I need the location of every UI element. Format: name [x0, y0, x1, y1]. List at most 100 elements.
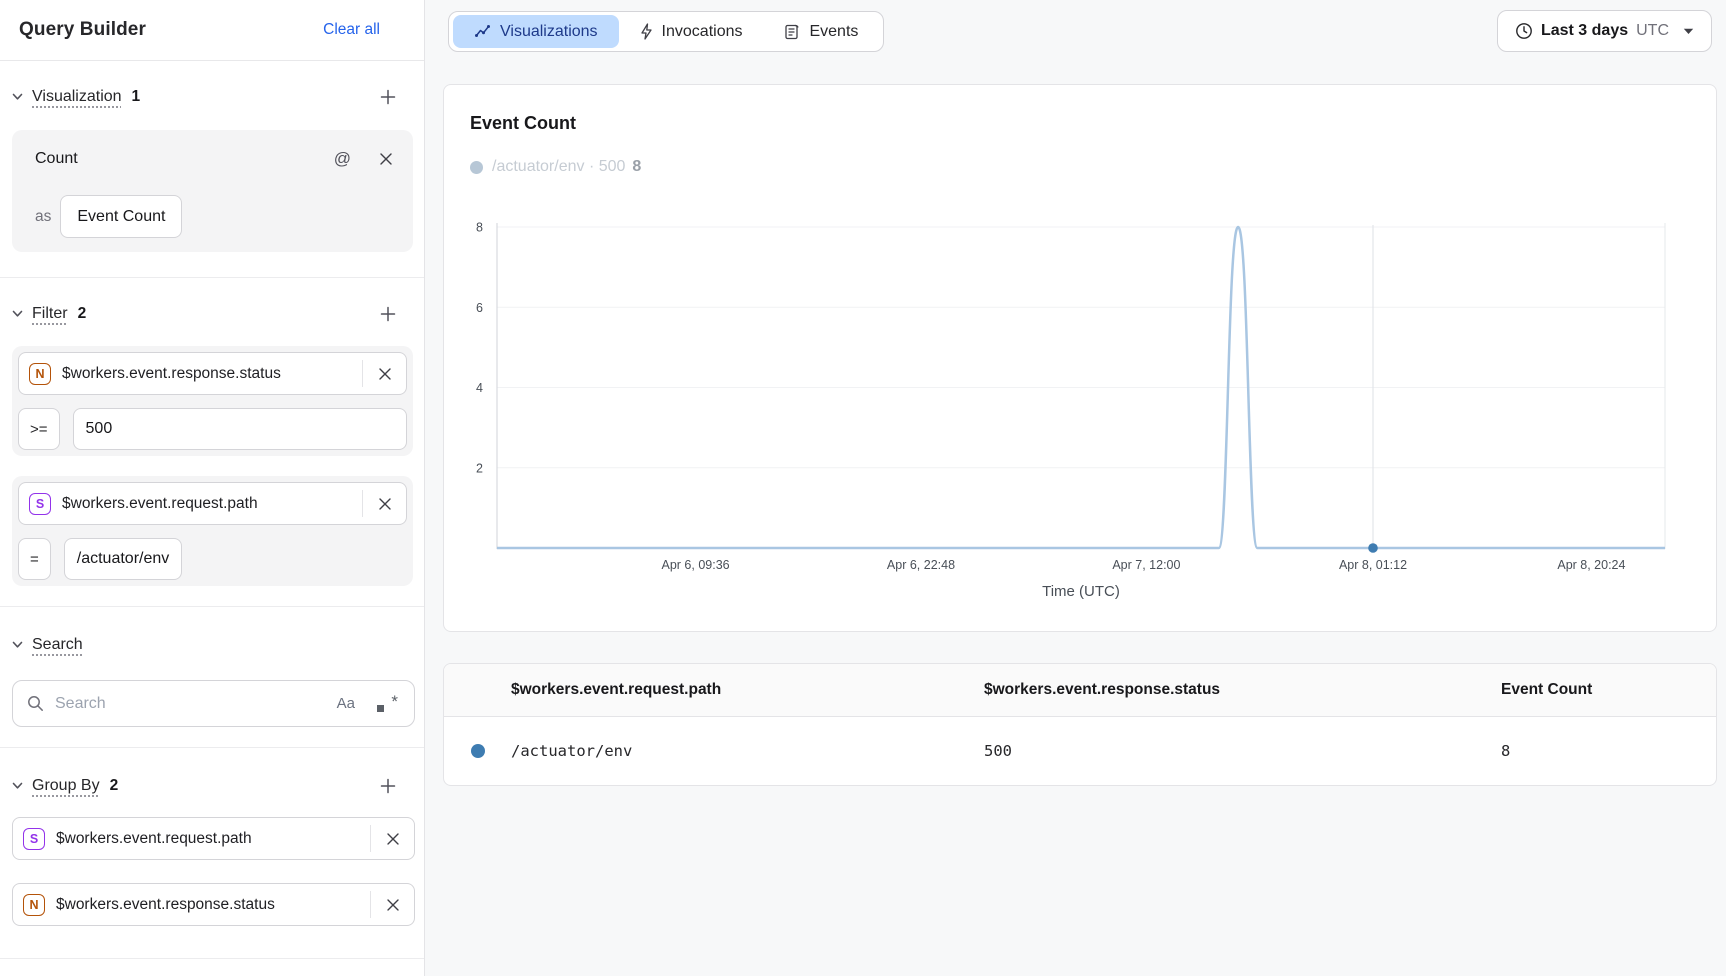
query-builder-sidebar: Query Builder Clear all Visualization 1 … [0, 0, 425, 976]
search-icon [27, 695, 44, 712]
event-count-chart-card: 2 4 6 8 Apr 6, 09:36 Apr 6, 22:48 Apr 7, 12:00… [443, 84, 1717, 632]
tab-label: Visualizations [500, 23, 598, 41]
number-type-badge: N [23, 894, 45, 916]
group-by-count: 2 [110, 777, 119, 795]
clock-icon [1515, 22, 1533, 40]
section-search-label[interactable]: Search [32, 636, 83, 654]
svg-text:Apr 6, 09:36: Apr 6, 09:36 [662, 558, 730, 572]
regex-toggle[interactable]: * [377, 694, 398, 714]
timezone-label: UTC [1636, 22, 1669, 40]
close-icon [378, 497, 392, 511]
filter-card: S $workers.event.request.path = /actuato… [12, 476, 413, 586]
time-range-label: Last 3 days [1541, 22, 1628, 40]
close-icon [379, 152, 393, 166]
filter-field-name: $workers.event.response.status [62, 365, 362, 383]
svg-text:Apr 8, 01:12: Apr 8, 01:12 [1339, 558, 1407, 572]
remove-visualization-button[interactable] [373, 146, 399, 172]
column-header: $workers.event.request.path [511, 681, 984, 699]
chevron-down-icon[interactable] [12, 641, 23, 649]
sidebar-header: Query Builder Clear all [0, 0, 424, 61]
results-table: $workers.event.request.path $workers.eve… [443, 663, 1717, 786]
filter-count: 2 [78, 305, 87, 323]
column-header: Event Count [1501, 681, 1716, 699]
close-icon [386, 898, 400, 912]
tab-visualizations[interactable]: Visualizations [453, 15, 619, 48]
svg-text:Apr 6, 22:48: Apr 6, 22:48 [887, 558, 955, 572]
close-icon [378, 367, 392, 381]
tab-label: Events [809, 23, 858, 41]
add-filter-button[interactable] [376, 302, 400, 326]
plus-icon [380, 89, 396, 105]
section-filter-label[interactable]: Filter [32, 305, 68, 323]
series-color-dot [471, 744, 485, 758]
svg-text:Apr 8, 20:24: Apr 8, 20:24 [1557, 558, 1625, 572]
svg-text:8: 8 [476, 221, 483, 235]
metric-alias-input[interactable]: Event Count [60, 195, 182, 238]
group-by-field[interactable]: N $workers.event.response.status [12, 883, 415, 926]
chevron-down-icon[interactable] [12, 782, 23, 790]
view-tabs: Visualizations Invocations Events [448, 11, 884, 52]
cell-request-path: /actuator/env [511, 742, 984, 760]
section-search: Search Search Aa * [0, 606, 424, 747]
tab-events[interactable]: Events [763, 15, 879, 48]
section-group-by-label[interactable]: Group By [32, 777, 100, 795]
column-header: $workers.event.response.status [984, 681, 1501, 699]
tab-label: Invocations [662, 23, 743, 41]
filter-operator-select[interactable]: >= [18, 408, 60, 450]
number-type-badge: N [29, 363, 51, 385]
group-by-field-name: $workers.event.response.status [56, 896, 370, 914]
svg-text:Apr 7, 12:00: Apr 7, 12:00 [1112, 558, 1180, 572]
cell-event-count: 8 [1501, 742, 1716, 760]
filter-value-input[interactable]: /actuator/env [64, 538, 183, 580]
svg-text:2: 2 [476, 461, 483, 475]
match-case-toggle[interactable]: Aa [337, 695, 355, 712]
regex-square [377, 705, 384, 712]
chart-legend[interactable]: /actuator/env · 500 8 [470, 158, 641, 176]
remove-group-by-button[interactable] [371, 884, 414, 925]
visualization-count: 1 [132, 88, 141, 106]
filter-card: N $workers.event.response.status >= 500 [12, 346, 413, 456]
filter-field[interactable]: S $workers.event.request.path [18, 482, 407, 525]
section-group-by: Group By 2 S $workers.event.request.path… [0, 747, 424, 926]
visualization-card: Count @ as Event Count [12, 130, 413, 252]
add-group-by-button[interactable] [376, 774, 400, 798]
plus-icon [380, 778, 396, 794]
metric-name[interactable]: Count [35, 150, 78, 168]
section-visualization-label[interactable]: Visualization [32, 88, 122, 106]
close-icon [386, 832, 400, 846]
x-axis-title: Time (UTC) [497, 583, 1665, 600]
legend-series-label: /actuator/env · 500 [492, 158, 625, 176]
tab-invocations[interactable]: Invocations [619, 15, 764, 48]
regex-asterisk: * [391, 692, 398, 712]
clear-all-button[interactable]: Clear all [323, 21, 380, 39]
svg-text:4: 4 [476, 381, 483, 395]
filter-field-name: $workers.event.request.path [62, 495, 362, 513]
search-placeholder: Search [55, 695, 337, 713]
search-input[interactable]: Search Aa * [12, 680, 415, 727]
legend-count: 8 [632, 158, 641, 176]
as-label: as [35, 208, 51, 226]
add-visualization-button[interactable] [376, 85, 400, 109]
remove-filter-button[interactable] [363, 353, 406, 394]
remove-filter-button[interactable] [363, 483, 406, 524]
group-by-field[interactable]: S $workers.event.request.path [12, 817, 415, 860]
at-sign-icon[interactable]: @ [334, 149, 351, 169]
legend-dot [470, 161, 483, 174]
table-header-row: $workers.event.request.path $workers.eve… [444, 664, 1716, 717]
string-type-badge: S [29, 493, 51, 515]
filter-field[interactable]: N $workers.event.response.status [18, 352, 407, 395]
filter-operator-select[interactable]: = [18, 538, 51, 580]
string-type-badge: S [23, 828, 45, 850]
divider [0, 958, 424, 959]
chevron-down-icon[interactable] [12, 310, 23, 318]
filter-value-input[interactable]: 500 [73, 408, 407, 450]
table-row[interactable]: /actuator/env 500 8 [444, 717, 1716, 785]
section-visualization: Visualization 1 Count @ as Event Count [0, 85, 424, 277]
svg-text:6: 6 [476, 301, 483, 315]
chevron-down-icon[interactable] [12, 93, 23, 101]
plus-icon [380, 306, 396, 322]
chart-line-icon [474, 24, 491, 39]
time-range-selector[interactable]: Last 3 days UTC [1497, 10, 1712, 52]
lightning-icon [640, 23, 653, 40]
remove-group-by-button[interactable] [371, 818, 414, 859]
